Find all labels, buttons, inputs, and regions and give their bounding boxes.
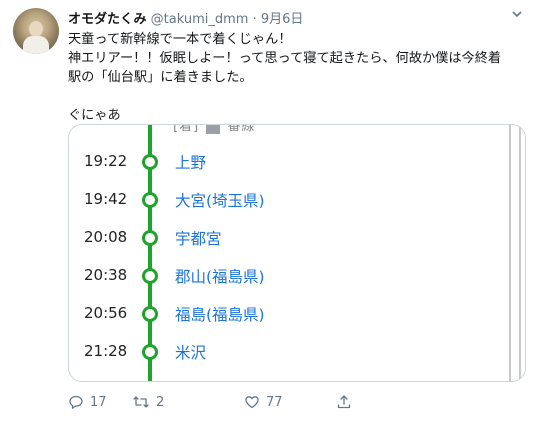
route-stop: 20:56 福島(福島県) bbox=[69, 301, 509, 327]
partial-header-text: [着] bbox=[173, 124, 200, 134]
like-button[interactable]: 77 bbox=[244, 394, 283, 410]
tweet-header: オモダたくみ @takumi_dmm · 9月6日 bbox=[68, 8, 303, 27]
reply-button[interactable]: 17 bbox=[68, 394, 107, 410]
stop-node bbox=[142, 344, 158, 360]
avatar-body bbox=[23, 36, 49, 54]
stop-node bbox=[142, 306, 158, 322]
retweet-icon bbox=[133, 396, 149, 408]
avatar[interactable] bbox=[13, 8, 59, 54]
reply-icon bbox=[69, 395, 83, 410]
tweet-actions: 17 2 77 bbox=[68, 394, 368, 414]
route-stop: 20:38 郡山(福島県) bbox=[69, 263, 509, 289]
stop-station-link[interactable]: 宇都宮 bbox=[175, 227, 222, 249]
route-stop: 21:28 米沢 bbox=[69, 339, 509, 365]
stop-station-link[interactable]: 上野 bbox=[175, 151, 206, 173]
user-name[interactable]: オモダたくみ bbox=[68, 12, 147, 27]
stop-time: 20:56 bbox=[84, 304, 128, 322]
partial-header-tail: 番線 bbox=[227, 124, 256, 134]
user-handle[interactable]: @takumi_dmm bbox=[151, 12, 249, 27]
tweet-text-line: 天童って新幹線で一本で着くじゃん！ bbox=[68, 32, 292, 47]
card-partial-header: [着] 番線 bbox=[173, 124, 256, 134]
tweet-text-gap bbox=[68, 87, 528, 106]
share-button[interactable] bbox=[336, 394, 352, 410]
retweet-count: 2 bbox=[156, 394, 165, 410]
stop-station-link[interactable]: 郡山(福島県) bbox=[175, 265, 265, 287]
stop-node bbox=[142, 268, 158, 284]
stop-time: 19:42 bbox=[84, 190, 128, 208]
stop-node bbox=[142, 192, 158, 208]
stop-time: 20:08 bbox=[84, 228, 128, 246]
route-stop: 19:22 上野 bbox=[69, 149, 509, 175]
route-stop: 20:08 宇都宮 bbox=[69, 225, 509, 251]
stop-station-link[interactable]: 福島(福島県) bbox=[175, 303, 265, 325]
card-divider-line bbox=[509, 125, 511, 381]
reply-count: 17 bbox=[90, 394, 107, 410]
avatar-head bbox=[29, 21, 43, 37]
stop-time: 21:28 bbox=[84, 342, 128, 360]
stop-node bbox=[142, 230, 158, 246]
retweet-button[interactable]: 2 bbox=[132, 394, 164, 410]
stop-node bbox=[142, 154, 158, 170]
separator-dot: · bbox=[252, 12, 257, 27]
tweet-date[interactable]: 9月6日 bbox=[261, 12, 304, 27]
tweet-text-line: 神エリアー！！仮眠しよー！って思って寝て起きたら、何故か僕は今終着 bbox=[68, 51, 502, 66]
tweet-text-line: 駅の「仙台駅」に着きました。 bbox=[68, 70, 253, 85]
stop-time: 20:38 bbox=[84, 266, 128, 284]
stop-station-link[interactable]: 大宮(埼玉県) bbox=[175, 189, 265, 211]
like-count: 77 bbox=[266, 394, 283, 410]
tweet-text-line: ぐにゃあ bbox=[68, 108, 121, 123]
chevron-down-icon[interactable] bbox=[512, 9, 522, 19]
tweet: オモダたくみ @takumi_dmm · 9月6日 天童って新幹線で一本で着くじ… bbox=[0, 0, 540, 422]
share-icon bbox=[337, 395, 351, 409]
stop-station-link[interactable]: 米沢 bbox=[175, 341, 206, 363]
platform-number-box bbox=[206, 125, 221, 134]
card-divider-line bbox=[519, 125, 521, 381]
stop-time: 19:22 bbox=[84, 152, 128, 170]
tweet-image-card[interactable]: [着] 番線 19:22 上野 19:42 大宮(埼玉県) 20:08 宇都宮 … bbox=[68, 124, 526, 382]
tweet-text: 天童って新幹線で一本で着くじゃん！ 神エリアー！！仮眠しよー！って思って寝て起き… bbox=[68, 30, 528, 125]
route-stop: 19:42 大宮(埼玉県) bbox=[69, 187, 509, 213]
like-icon bbox=[245, 396, 259, 409]
